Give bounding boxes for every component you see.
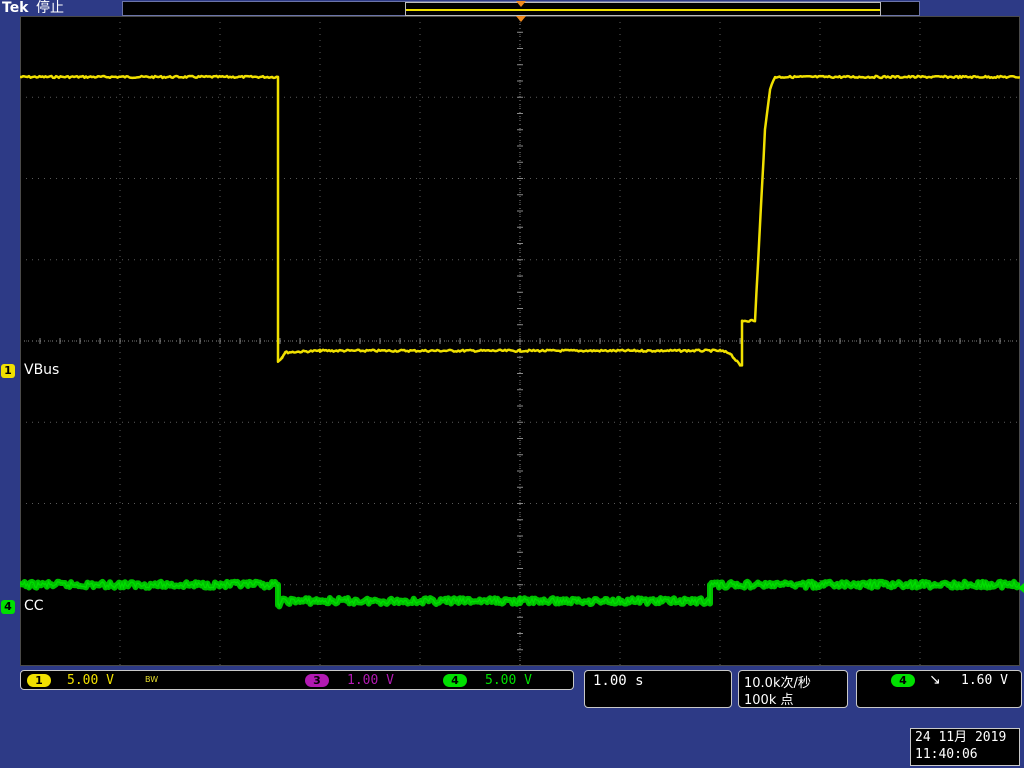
ch4-ground-marker[interactable]: 4 (1, 600, 15, 614)
date: 24 11月 2019 (915, 730, 1007, 745)
trigger-position-marker[interactable] (516, 16, 526, 22)
waveform-display[interactable] (20, 16, 1020, 666)
record-length: 100k 点 (744, 693, 794, 708)
ch4-label: CC (24, 598, 44, 614)
ch1-ground-marker[interactable]: 1 (1, 364, 15, 378)
trigger-box[interactable]: 4 ↘ 1.60 V (856, 670, 1022, 708)
ch3-scale[interactable]: 1.00 V (347, 673, 394, 688)
trigger-level-marker[interactable] (1012, 583, 1024, 593)
ch1-badge[interactable]: 1 (27, 674, 51, 687)
record-zoom-window[interactable] (405, 2, 881, 16)
time: 11:40:06 (915, 747, 978, 762)
timebase-value: 1.00 s (593, 673, 644, 689)
waveform-graticule (20, 16, 1020, 666)
ch1-label: VBus (24, 362, 60, 378)
acquisition-status[interactable]: 停止 (36, 0, 64, 16)
trigger-slope-icon: ↘ (929, 672, 941, 688)
ch1-scale[interactable]: 5.00 V (67, 673, 114, 688)
bandwidth-limit-indicator: BW (145, 675, 159, 684)
date-time-display: 24 11月 2019 11:40:06 (910, 728, 1020, 766)
timebase-box[interactable]: 1.00 s (584, 670, 732, 708)
vertical-scale-bar[interactable]: 1 5.00 V BW 3 1.00 V 4 5.00 V (20, 670, 574, 690)
trigger-position-marker-top[interactable] (516, 1, 526, 7)
brand-logo: Tek (2, 0, 29, 16)
ch3-badge[interactable]: 3 (305, 674, 329, 687)
acquisition-box[interactable]: 10.0k次/秒 100k 点 (738, 670, 848, 708)
ch4-scale[interactable]: 5.00 V (485, 673, 532, 688)
top-status-bar: Tek 停止 (0, 0, 1024, 16)
trigger-level: 1.60 V (961, 673, 1008, 688)
ch4-badge[interactable]: 4 (443, 674, 467, 687)
trigger-source-badge: 4 (891, 674, 915, 687)
